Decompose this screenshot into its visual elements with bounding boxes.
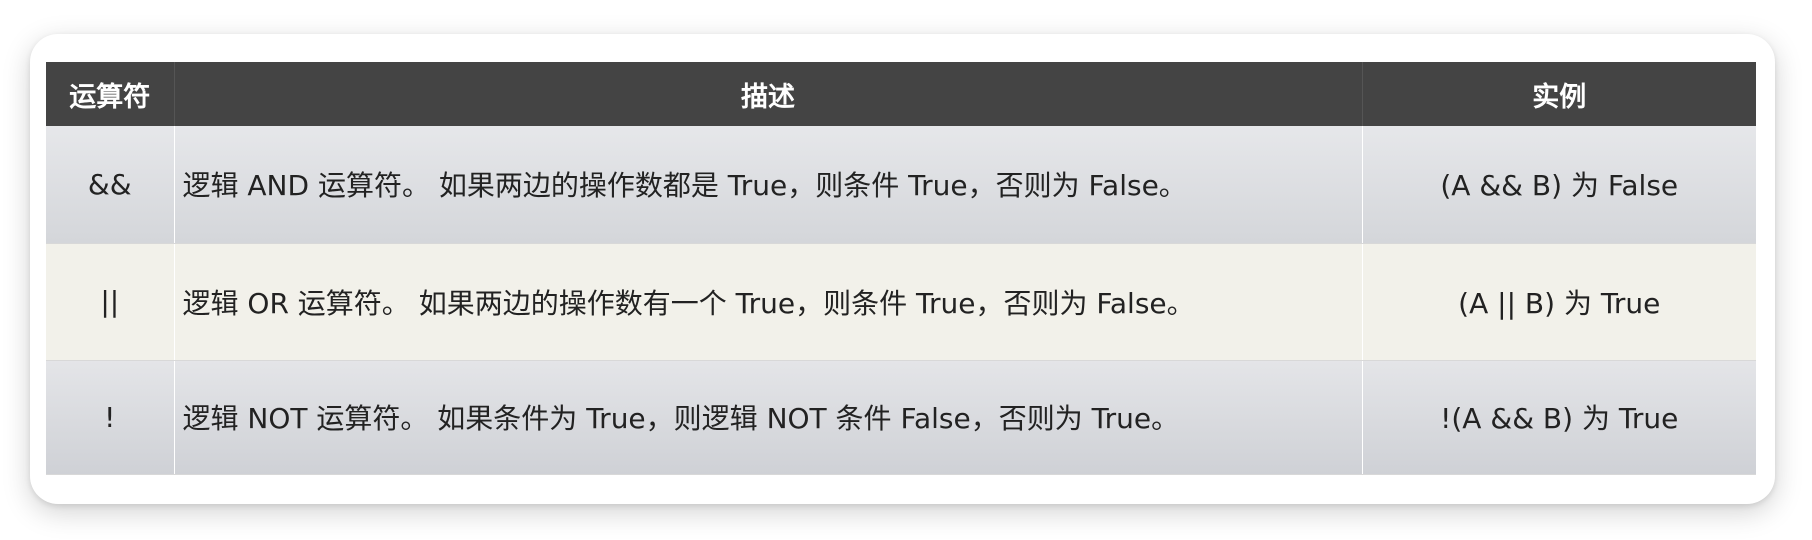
header-description: 描述	[174, 62, 1363, 126]
header-operator: 运算符	[46, 62, 175, 126]
example-cell: (A && B) 为 False	[1362, 126, 1756, 244]
header-row: 运算符 描述 实例	[46, 62, 1756, 126]
logical-operators-table: 运算符 描述 实例 && 逻辑 AND 运算符。 如果两边的操作数都是 True…	[46, 62, 1756, 475]
description-cell: 逻辑 OR 运算符。 如果两边的操作数有一个 True，则条件 True，否则为…	[174, 243, 1363, 361]
example-cell: (A || B) 为 True	[1362, 243, 1756, 361]
operator-cell: ||	[46, 243, 175, 361]
description-cell: 逻辑 AND 运算符。 如果两边的操作数都是 True，则条件 True，否则为…	[174, 126, 1363, 244]
description-cell: 逻辑 NOT 运算符。 如果条件为 True，则逻辑 NOT 条件 False，…	[174, 360, 1363, 475]
header-example: 实例	[1532, 81, 1587, 113]
operator-cell: !	[46, 360, 175, 475]
table-row: || 逻辑 OR 运算符。 如果两边的操作数有一个 True，则条件 True，…	[46, 243, 1756, 361]
table-header: 运算符 描述 实例	[46, 62, 1756, 126]
table-row: ! 逻辑 NOT 运算符。 如果条件为 True，则逻辑 NOT 条件 Fals…	[46, 360, 1756, 475]
table-row: && 逻辑 AND 运算符。 如果两边的操作数都是 True，则条件 True，…	[46, 126, 1756, 244]
example-cell: !(A && B) 为 True	[1362, 360, 1756, 475]
operator-cell: &&	[46, 126, 175, 244]
table-body: && 逻辑 AND 运算符。 如果两边的操作数都是 True，则条件 True，…	[46, 126, 1756, 475]
